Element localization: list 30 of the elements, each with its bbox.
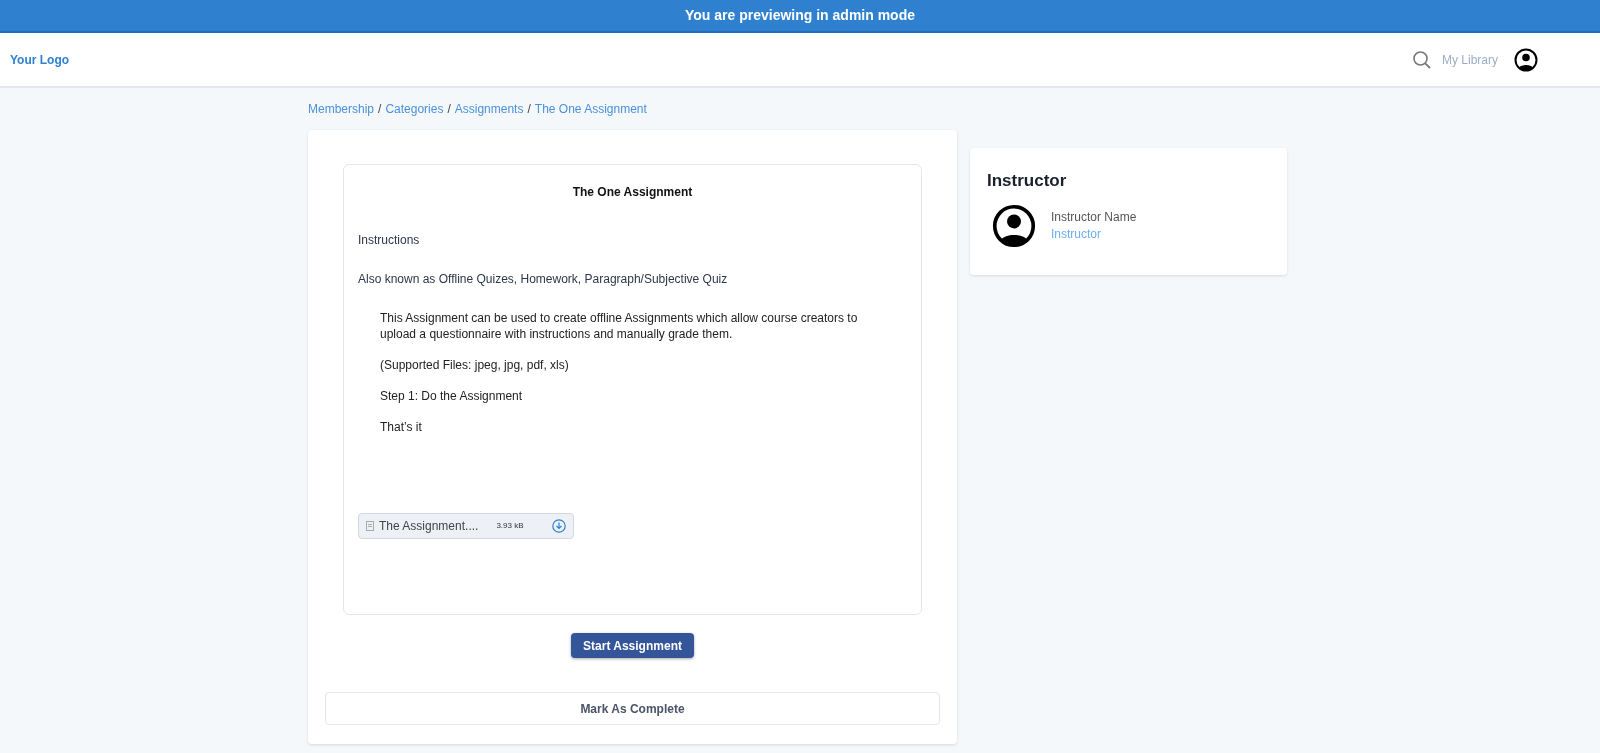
instruction-paragraph: This Assignment can be used to create offline Assignments which allow course creators to upload a questionnaire with instructions and manually grade them. (380, 310, 859, 342)
instruction-paragraph: (Supported Files: jpeg, jpg, pdf, xls) (380, 357, 570, 373)
breadcrumb-link[interactable]: Membership (308, 100, 375, 118)
my-library-link[interactable]: My Library (1442, 50, 1498, 69)
file-attachment[interactable]: The Assignment.... 3.93 kB (358, 513, 574, 539)
search-icon[interactable] (1412, 49, 1432, 70)
start-assignment-button[interactable]: Start Assignment (571, 633, 694, 658)
file-icon (366, 521, 374, 531)
instruction-paragraph: That’s it (380, 419, 423, 435)
assignment-title: The One Assignment (572, 185, 693, 199)
logo-link[interactable]: Your Logo (10, 50, 70, 69)
instructions-heading: Instructions (358, 232, 421, 249)
instructor-name: Instructor Name (1051, 208, 1137, 226)
breadcrumb-link[interactable]: Assignments (454, 100, 524, 118)
instruction-paragraph: Step 1: Do the Assignment (380, 388, 524, 404)
user-avatar-icon[interactable] (1514, 47, 1538, 72)
banner-text: You are previewing in admin mode (685, 6, 915, 25)
assignment-subtitle: Also known as Offline Quizes, Homework, Paragraph/Subjective Quiz (358, 271, 729, 288)
breadcrumb-separator: / (378, 101, 382, 118)
instructor-role: Instructor (1051, 225, 1102, 243)
mark-complete-button[interactable]: Mark As Complete (325, 692, 940, 725)
breadcrumb-link[interactable]: The One Assignment (534, 100, 647, 118)
file-name: The Assignment.... (379, 518, 479, 535)
breadcrumb-link[interactable]: Categories (385, 100, 444, 118)
breadcrumb-separator: / (447, 101, 451, 118)
instructor-heading: Instructor (987, 170, 1068, 192)
instructor-avatar-icon (992, 203, 1036, 248)
breadcrumb-separator: / (527, 101, 531, 118)
download-icon[interactable] (552, 519, 566, 533)
file-size: 3.93 kB (496, 520, 524, 532)
